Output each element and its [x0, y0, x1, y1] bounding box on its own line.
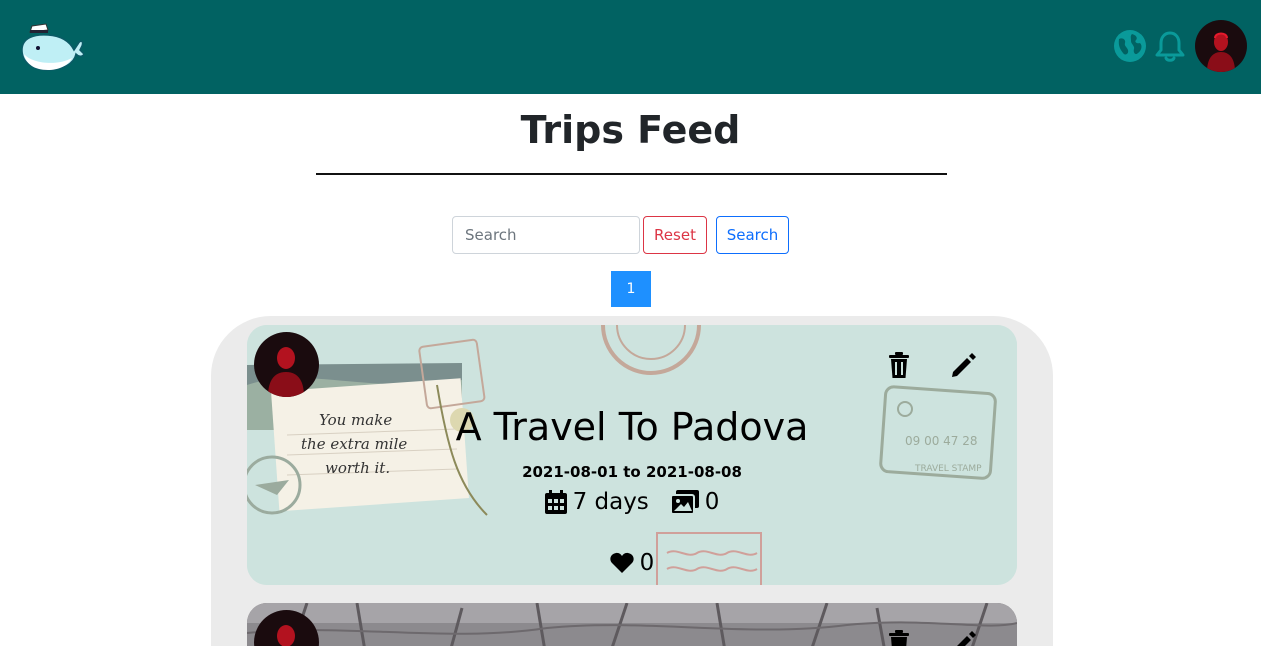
trip-duration: 7 days [544, 489, 649, 515]
trip-photos: 0 [670, 489, 720, 515]
trip-photos-count: 0 [704, 489, 720, 515]
trip-likes: 0 [247, 550, 1017, 576]
search-input[interactable] [452, 216, 640, 254]
pencil-edit-icon[interactable] [951, 352, 977, 378]
search-button[interactable]: Search [716, 216, 789, 254]
pencil-edit-icon[interactable] [951, 630, 977, 646]
trash-icon[interactable] [888, 630, 910, 646]
globe-icon[interactable] [1113, 29, 1147, 63]
trip-dates: 2021-08-01 to 2021-08-08 [247, 463, 1017, 481]
page-title: Trips Feed [520, 108, 741, 152]
trash-icon[interactable] [888, 352, 910, 378]
trip-stats: 7 days 0 [247, 489, 1017, 515]
trip-author-avatar[interactable] [254, 332, 319, 397]
trip-end-date: 2021-08-08 [645, 463, 742, 481]
trip-card-2[interactable] [247, 603, 1017, 646]
whale-logo-icon[interactable] [18, 20, 85, 74]
trip-title[interactable]: A Travel To Padova [247, 405, 1017, 449]
trip-card[interactable]: You make the extra mile worth it. 09 00 … [247, 325, 1017, 585]
trip-start-date: 2021-08-01 [522, 463, 619, 481]
user-avatar[interactable] [1195, 20, 1247, 72]
trip-date-separator: to [623, 463, 641, 481]
images-icon [670, 490, 699, 514]
heart-icon[interactable] [610, 552, 634, 574]
reset-button[interactable]: Reset [643, 216, 707, 254]
trip-duration-value: 7 days [572, 489, 649, 515]
pagination-page-1[interactable]: 1 [611, 271, 651, 307]
bell-icon[interactable] [1153, 29, 1187, 63]
title-divider [316, 173, 947, 175]
navbar-icons [1113, 20, 1247, 72]
calendar-icon [544, 490, 567, 514]
top-navbar [0, 0, 1261, 94]
trip-likes-count: 0 [639, 550, 655, 576]
